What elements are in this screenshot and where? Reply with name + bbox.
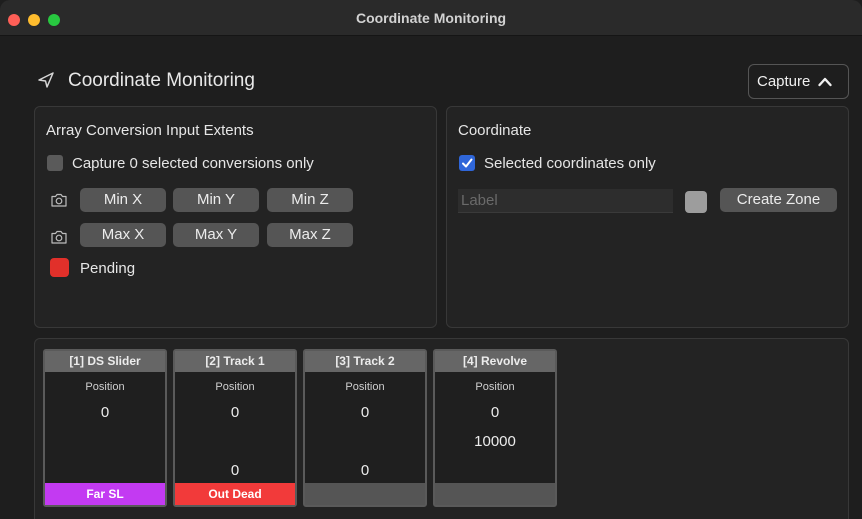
extents-panel bbox=[34, 106, 437, 328]
card-position-value: 0 bbox=[360, 404, 370, 421]
card-status-footer bbox=[435, 483, 555, 505]
app-window: Coordinate Monitoring Coordinate Monitor… bbox=[0, 0, 862, 519]
max-y-button[interactable]: Max Y bbox=[173, 223, 259, 247]
capture-selected-checkbox[interactable] bbox=[47, 155, 63, 171]
extents-panel-title: Array Conversion Input Extents bbox=[46, 122, 254, 139]
card-title: [3] Track 2 bbox=[305, 351, 425, 372]
selected-coordinates-label: Selected coordinates only bbox=[484, 155, 656, 172]
checkmark-icon bbox=[462, 158, 473, 168]
card-position-value: 0 bbox=[100, 404, 110, 421]
card-tertiary-value: 0 bbox=[230, 462, 240, 479]
max-z-button[interactable]: Max Z bbox=[267, 223, 353, 247]
card-subtitle: Position bbox=[215, 381, 255, 393]
capture-selected-label: Capture 0 selected conversions only bbox=[72, 155, 314, 172]
coordinate-panel bbox=[446, 106, 849, 328]
page-title: Coordinate Monitoring bbox=[68, 70, 255, 91]
zone-color-swatch[interactable] bbox=[685, 191, 707, 213]
window-title: Coordinate Monitoring bbox=[355, 10, 507, 26]
monitor-card[interactable]: [3] Track 2 Position 0 0 bbox=[303, 349, 427, 507]
card-title: [2] Track 1 bbox=[175, 351, 295, 372]
coordinate-panel-title: Coordinate bbox=[458, 122, 532, 139]
card-subtitle: Position bbox=[475, 381, 515, 393]
pending-status-indicator bbox=[50, 258, 69, 277]
monitor-card[interactable]: [2] Track 1 Position 0 0 Out Dead bbox=[173, 349, 297, 507]
card-subtitle: Position bbox=[85, 381, 125, 393]
card-title: [4] Revolve bbox=[435, 351, 555, 372]
selected-coordinates-checkbox[interactable] bbox=[459, 155, 475, 171]
min-x-button[interactable]: Min X bbox=[80, 188, 166, 212]
pending-status-label: Pending bbox=[80, 260, 136, 277]
monitor-card[interactable]: [4] Revolve Position 0 10000 bbox=[433, 349, 557, 507]
max-x-button[interactable]: Max X bbox=[80, 223, 166, 247]
navigation-arrow-icon bbox=[38, 72, 54, 88]
card-title: [1] DS Slider bbox=[45, 351, 165, 372]
card-secondary-value: 10000 bbox=[474, 433, 516, 450]
zone-label-input[interactable] bbox=[458, 189, 673, 213]
min-z-button[interactable]: Min Z bbox=[267, 188, 353, 212]
card-tertiary-value: 0 bbox=[360, 462, 370, 479]
card-subtitle: Position bbox=[345, 381, 385, 393]
card-status-footer: Out Dead bbox=[175, 483, 295, 505]
chevron-up-icon bbox=[818, 77, 833, 86]
camera-icon[interactable] bbox=[50, 229, 68, 245]
capture-toggle-button[interactable]: Capture bbox=[748, 64, 849, 99]
min-y-button[interactable]: Min Y bbox=[173, 188, 259, 212]
monitor-card[interactable]: [1] DS Slider Position 0 Far SL bbox=[43, 349, 167, 507]
card-status-footer bbox=[305, 483, 425, 505]
card-position-value: 0 bbox=[490, 404, 500, 421]
capture-button-label: Capture bbox=[757, 73, 811, 90]
create-zone-button[interactable]: Create Zone bbox=[720, 188, 837, 212]
camera-icon[interactable] bbox=[50, 192, 68, 208]
card-position-value: 0 bbox=[230, 404, 240, 421]
card-status-footer: Far SL bbox=[45, 483, 165, 505]
title-bar: Coordinate Monitoring bbox=[0, 0, 862, 36]
